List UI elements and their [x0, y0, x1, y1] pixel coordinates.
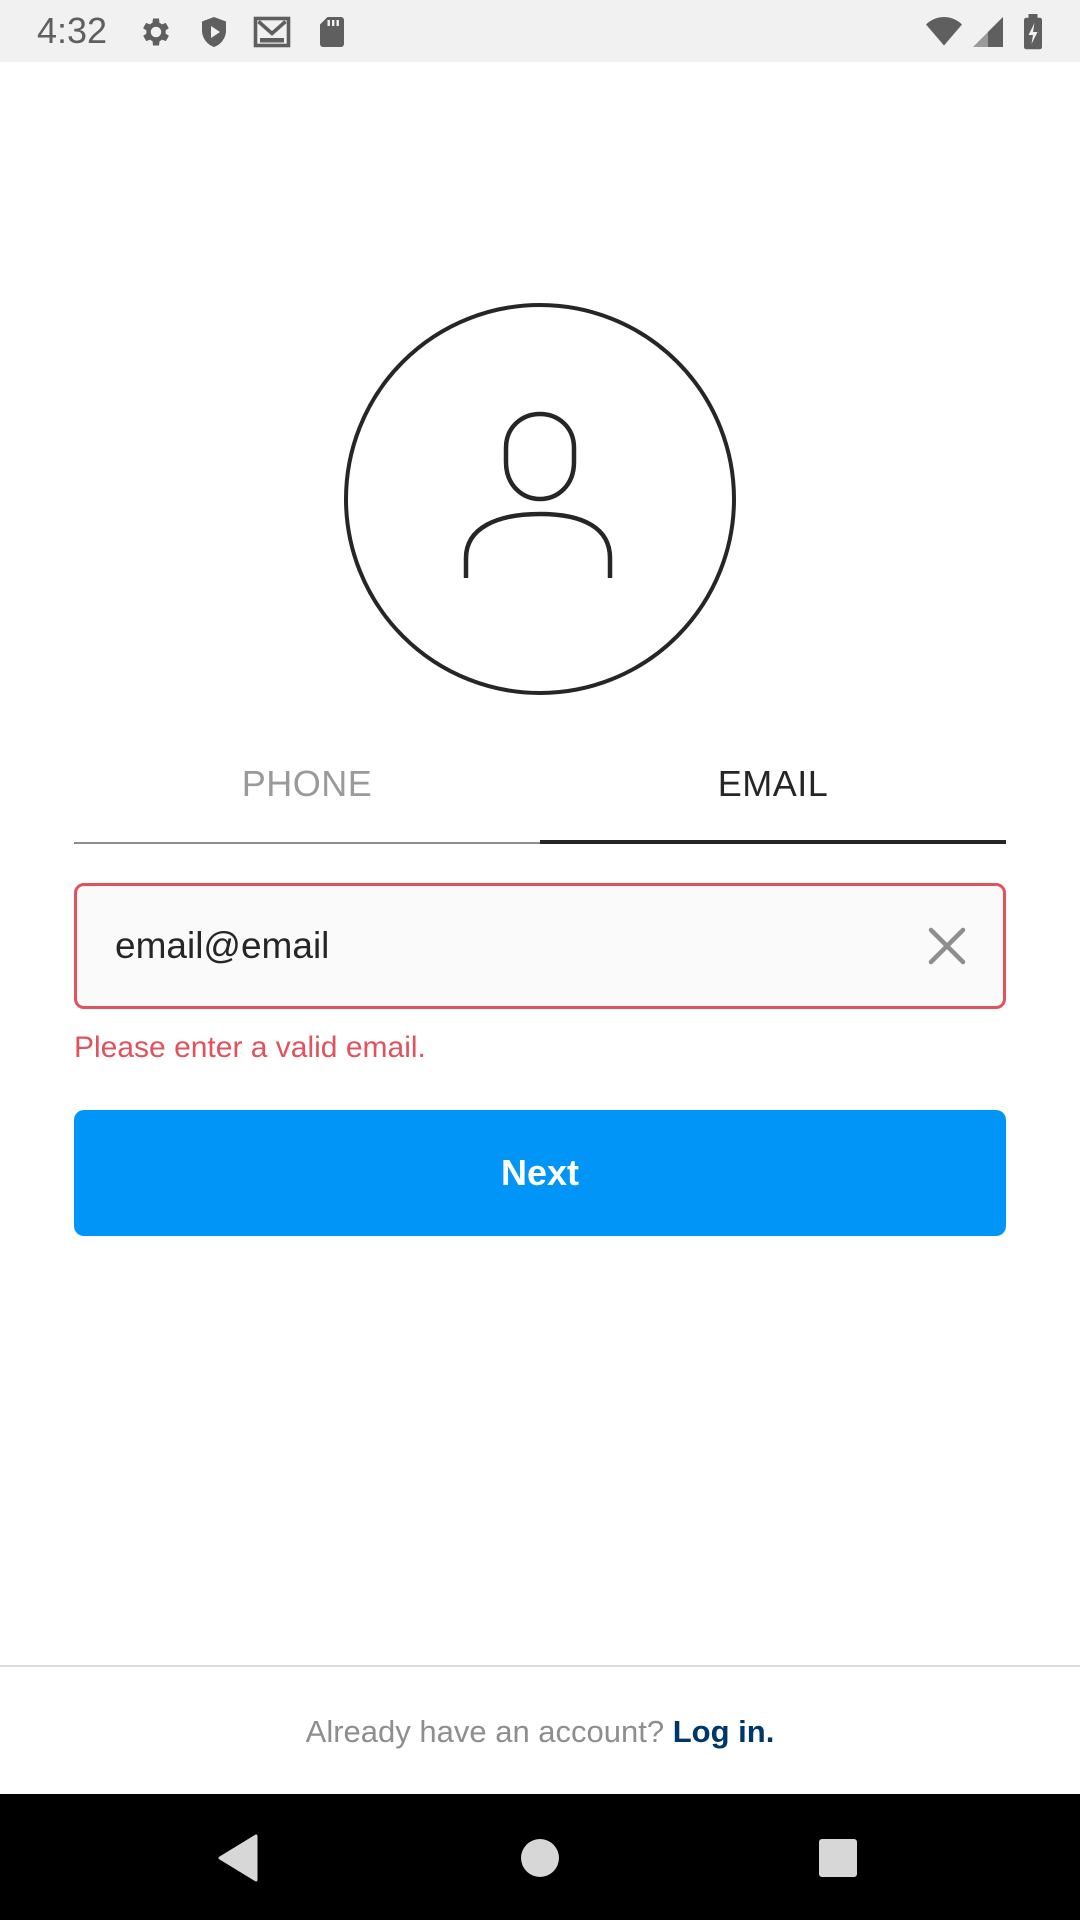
tab-phone[interactable]: PHONE	[74, 738, 540, 844]
close-icon[interactable]	[925, 924, 969, 968]
tab-email[interactable]: EMAIL	[540, 738, 1006, 844]
shield-play-icon	[196, 14, 232, 50]
email-field-container	[74, 883, 1006, 1009]
cell-signal-icon	[970, 14, 1006, 50]
wifi-icon	[922, 14, 966, 50]
email-error-message: Please enter a valid email.	[74, 1031, 426, 1064]
login-link[interactable]: Log in.	[673, 1714, 775, 1749]
battery-charging-icon	[1020, 14, 1046, 50]
person-icon	[344, 303, 736, 695]
tab-divider	[74, 842, 540, 844]
tab-email-indicator	[540, 840, 1006, 844]
recents-icon[interactable]	[810, 1830, 866, 1886]
back-icon[interactable]	[212, 1830, 268, 1886]
login-prompt-text: Already have an account?	[305, 1714, 673, 1749]
next-button[interactable]: Next	[74, 1110, 1006, 1236]
status-bar: 4:32	[0, 0, 1080, 62]
home-icon[interactable]	[512, 1830, 568, 1886]
mail-icon	[252, 14, 292, 50]
sd-card-icon	[314, 14, 350, 50]
email-input[interactable]	[115, 886, 895, 1006]
login-prompt: Already have an account? Log in.	[0, 1710, 1080, 1754]
status-time: 4:32	[37, 10, 108, 51]
login-method-tabs: PHONE EMAIL	[74, 738, 1006, 844]
gear-icon	[138, 14, 174, 50]
avatar	[343, 302, 737, 696]
footer-divider	[0, 1665, 1080, 1667]
navigation-bar	[0, 1794, 1080, 1920]
